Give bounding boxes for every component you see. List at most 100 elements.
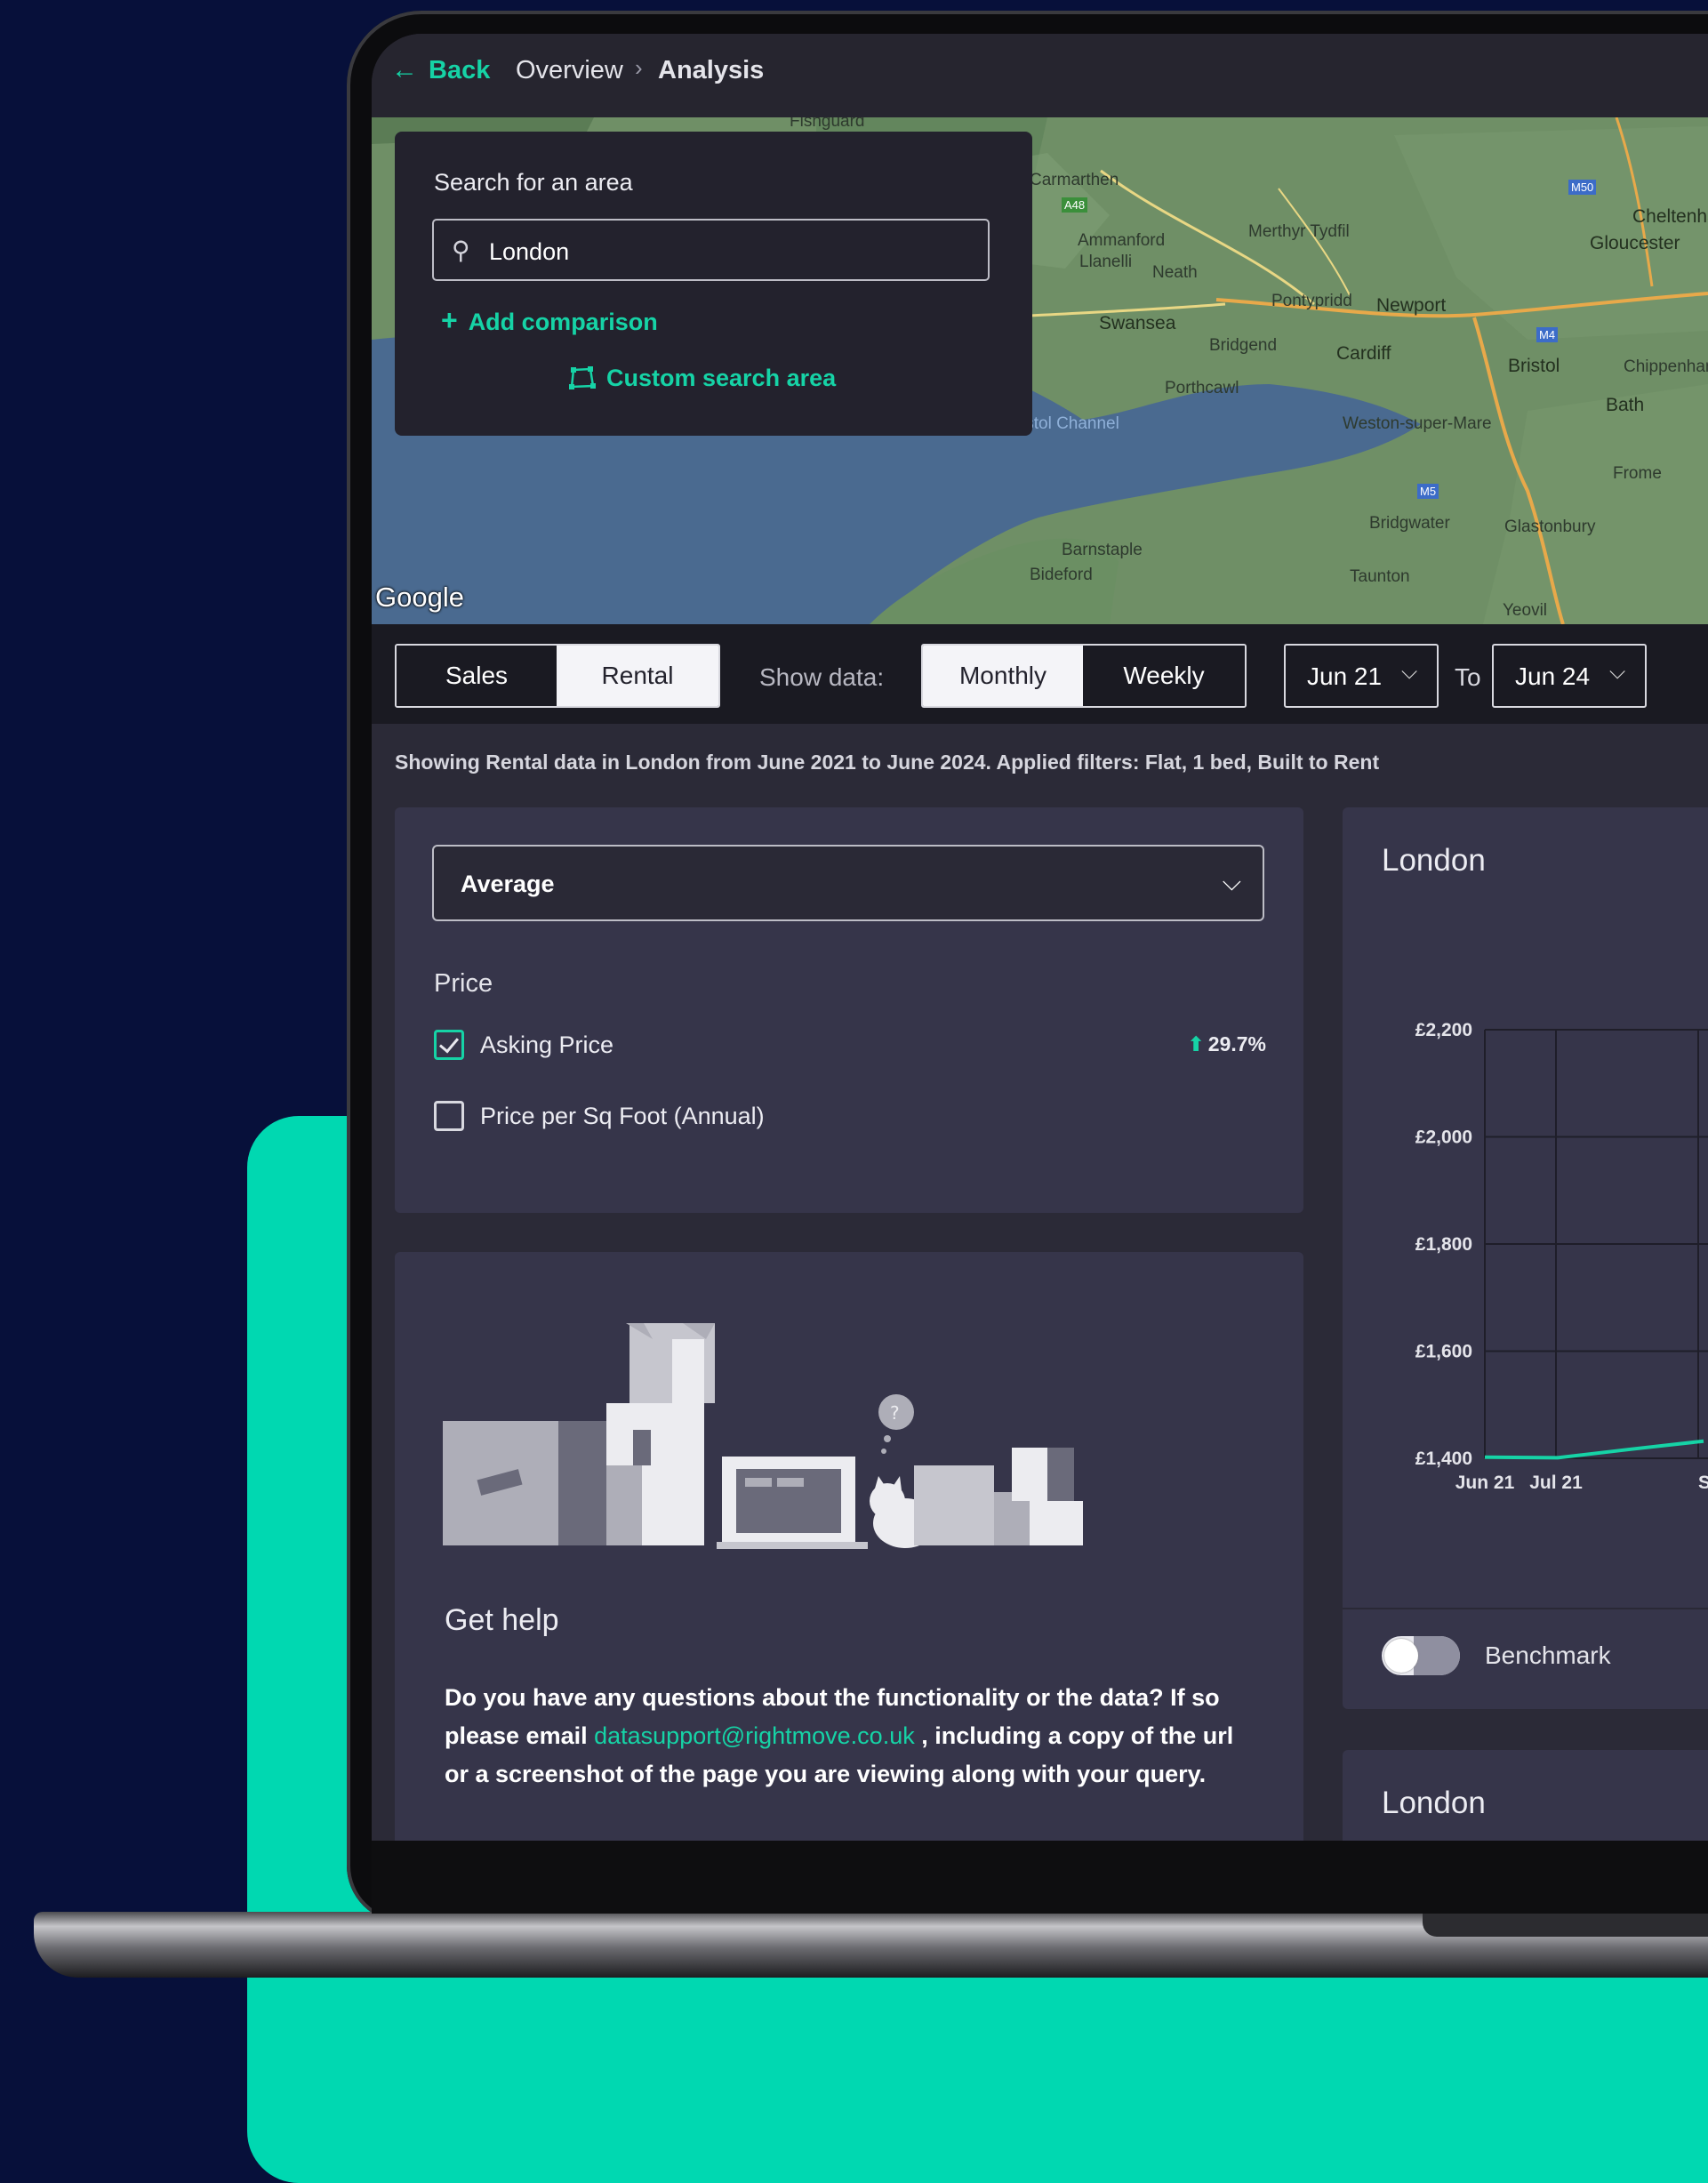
price-per-sqft-checkbox[interactable] xyxy=(434,1101,464,1131)
metric-filters-card: Average ⌵ Price Asking Price ⬆ 29.7% Pric… xyxy=(395,807,1303,1213)
y-tick-label: £1,600 xyxy=(1415,1342,1472,1362)
laptop-base-notch xyxy=(1423,1912,1708,1937)
period-toggle: Monthly Weekly xyxy=(921,644,1247,708)
app-screen: ← Back Overview › Analysis Fishguard Car… xyxy=(372,34,1708,1841)
help-text: Do you have any questions about the func… xyxy=(445,1679,1263,1794)
asking-price-label: Asking Price xyxy=(480,1031,614,1058)
chevron-down-icon: ⌵ xyxy=(1609,660,1626,684)
measure-value: Average xyxy=(461,871,555,897)
map-label: Porthcawl xyxy=(1165,379,1239,397)
map-label: Chippenham xyxy=(1624,357,1708,376)
map-label: Frome xyxy=(1613,464,1662,483)
measure-select[interactable]: Average ⌵ xyxy=(432,845,1264,921)
add-comparison-button[interactable]: + Add comparison xyxy=(441,304,658,337)
y-tick-label: £2,000 xyxy=(1415,1128,1472,1148)
map-label: Bridgend xyxy=(1209,336,1278,355)
line-chart[interactable]: £2,200 £2,000 £1,800 £1,600 £1,400 Jun 21 Jul … xyxy=(1343,807,1708,1608)
map-label: Bridgwater xyxy=(1369,514,1450,533)
map-label: Glastonbury xyxy=(1504,518,1596,536)
map-label: Taunton xyxy=(1350,567,1410,586)
y-tick-label: £1,400 xyxy=(1415,1449,1472,1469)
add-comparison-label: Add comparison xyxy=(468,309,658,335)
map-label: Llanelli xyxy=(1079,253,1133,271)
y-tick-label: £1,800 xyxy=(1415,1234,1472,1255)
screen-bottom-bezel xyxy=(372,1841,1708,1914)
chevron-right-icon: › xyxy=(635,54,643,81)
road-sign: M4 xyxy=(1536,327,1559,342)
search-value: London xyxy=(489,238,570,265)
map-label: Fishguard xyxy=(790,117,865,131)
sales-tab[interactable]: Sales xyxy=(397,646,557,706)
to-date-select[interactable]: Jun 24 ⌵ xyxy=(1492,644,1647,708)
asking-price-checkbox[interactable] xyxy=(434,1030,464,1060)
to-label: To xyxy=(1455,663,1481,691)
breadcrumb-overview[interactable]: Overview xyxy=(516,56,623,85)
map-label: Gloucester xyxy=(1590,233,1680,253)
boxes-illustration: ? xyxy=(443,1323,1083,1549)
map-label: Yeovil xyxy=(1503,601,1548,620)
map-label: Ammanford xyxy=(1078,231,1166,250)
road-sign: M5 xyxy=(1417,484,1439,499)
x-tick-label: Jun 21 xyxy=(1455,1473,1515,1493)
asking-price-change: ⬆ 29.7% xyxy=(1188,1032,1267,1056)
y-tick-label: £2,200 xyxy=(1415,1020,1472,1040)
search-title: Search for an area xyxy=(434,169,633,196)
top-nav-bar: ← Back Overview › Analysis xyxy=(372,34,1708,117)
second-chart-card: London xyxy=(1343,1750,1708,1841)
polygon-draw-icon xyxy=(569,366,596,389)
map-label: Newport xyxy=(1376,295,1447,316)
asking-price-change-value: 29.7% xyxy=(1207,1032,1266,1055)
svg-text:?: ? xyxy=(890,1402,900,1424)
google-attribution: Google xyxy=(375,582,464,613)
to-date-value: Jun 24 xyxy=(1515,662,1591,690)
custom-search-area-button[interactable]: Custom search area xyxy=(569,365,836,392)
arrow-left-icon[interactable]: ← xyxy=(391,55,418,85)
help-card: ? Get help Do you have any questions abo… xyxy=(395,1252,1303,1841)
plus-icon: + xyxy=(441,304,458,336)
monthly-tab[interactable]: Monthly xyxy=(923,646,1084,706)
map-label: Barnstaple xyxy=(1062,541,1143,559)
back-link[interactable]: Back xyxy=(429,56,490,85)
map-label: Carmarthen xyxy=(1030,171,1119,189)
map-label: Weston-super-Mare xyxy=(1343,414,1492,433)
search-panel: Search for an area ⚲ London + Add compari… xyxy=(395,132,1032,436)
chart-card: London £2,200 £2,000 £1,800 £1,600 £1,400 Jun… xyxy=(1343,807,1708,1709)
listing-type-toggle: Sales Rental xyxy=(395,644,720,708)
benchmark-toggle[interactable] xyxy=(1382,1636,1460,1675)
map-label: Cardiff xyxy=(1336,343,1391,364)
from-date-value: Jun 21 xyxy=(1307,662,1383,690)
map-label: Neath xyxy=(1152,263,1198,282)
rental-tab[interactable]: Rental xyxy=(557,646,718,706)
price-per-sqft-label: Price per Sq Foot (Annual) xyxy=(480,1103,765,1129)
search-input[interactable]: ⚲ London xyxy=(432,219,990,281)
from-date-select[interactable]: Jun 21 ⌵ xyxy=(1284,644,1439,708)
controls-bar: Sales Rental Show data: Monthly Weekly J… xyxy=(372,624,1708,724)
toggle-track xyxy=(1414,1636,1460,1675)
filter-summary: Showing Rental data in London from June … xyxy=(395,750,1380,774)
map-label: Bath xyxy=(1606,395,1645,415)
map-label: Merthyr Tydfil xyxy=(1248,222,1350,241)
road-sign: M50 xyxy=(1568,180,1597,195)
show-data-label: Show data: xyxy=(759,663,885,691)
x-tick-label: Jul 21 xyxy=(1529,1473,1583,1493)
map-label: Swansea xyxy=(1099,313,1176,333)
help-title: Get help xyxy=(445,1603,559,1637)
search-icon: ⚲ xyxy=(452,237,470,264)
road-sign: A48 xyxy=(1062,197,1088,213)
toggle-knob xyxy=(1384,1639,1418,1673)
weekly-tab[interactable]: Weekly xyxy=(1083,646,1245,706)
breadcrumb-analysis: Analysis xyxy=(658,56,765,84)
chevron-down-icon: ⌵ xyxy=(1401,660,1418,684)
custom-search-area-label: Custom search area xyxy=(606,365,837,391)
benchmark-label: Benchmark xyxy=(1485,1641,1611,1669)
map-label: Cheltenham xyxy=(1632,206,1708,227)
price-section-title: Price xyxy=(434,969,493,998)
support-email-link[interactable]: datasupport@rightmove.co.uk xyxy=(594,1722,915,1749)
series-line xyxy=(1484,1439,1704,1460)
map-label: Pontypridd xyxy=(1271,292,1352,310)
second-chart-title: London xyxy=(1382,1786,1486,1820)
x-tick-label: Sep xyxy=(1698,1473,1708,1493)
map-label: Bideford xyxy=(1030,566,1093,584)
arrow-up-icon: ⬆ xyxy=(1187,1032,1205,1055)
map-label: Bristol xyxy=(1508,356,1560,376)
